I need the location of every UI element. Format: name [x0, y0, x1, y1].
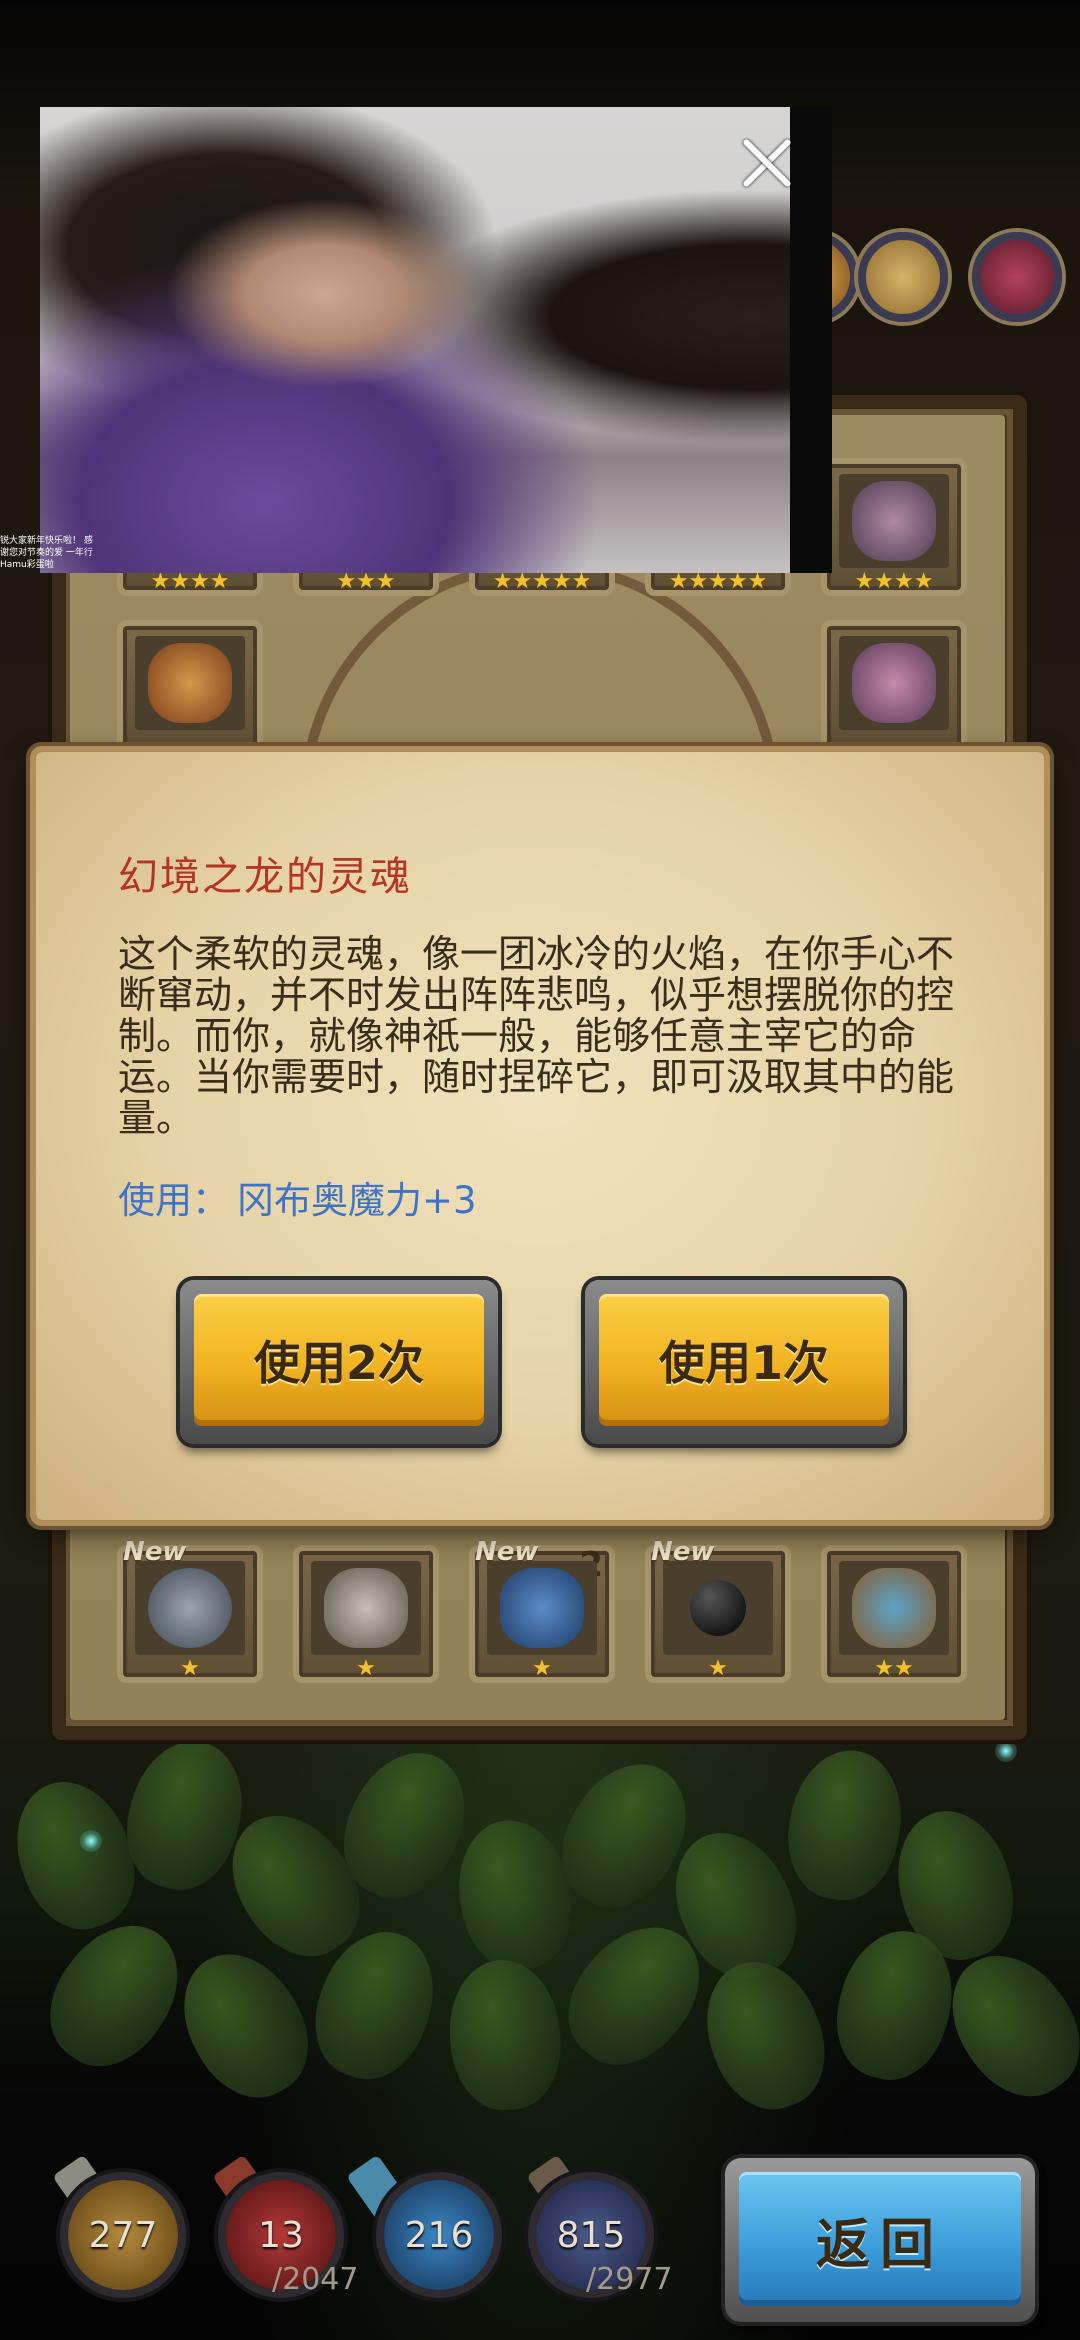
item-stars: ★★★★ [854, 569, 934, 594]
video-caption: 锐大家新年快乐啦！ 感谢您对节奏的爱 一年行 Hamu彩蛋啦 [0, 536, 93, 570]
item-stars: ★ [180, 1656, 200, 1681]
dragon-ring-icon [852, 643, 936, 723]
use-twice-label: 使用2次 [194, 1294, 484, 1426]
item-stars: ★★ [874, 1656, 914, 1681]
use-once-label: 使用1次 [599, 1294, 889, 1426]
hero-portrait[interactable] [858, 232, 948, 322]
attack-value: 277 [88, 2214, 158, 2256]
inventory-slot[interactable] [821, 620, 967, 758]
inventory-slot[interactable] [117, 620, 263, 758]
attack-stat: 277 [68, 2180, 178, 2290]
item-use-effect: 使用： 冈布奥魔力+3 [118, 1170, 477, 1224]
mana-max: /2977 [586, 2262, 673, 2297]
inventory-slot[interactable]: ★ [293, 1545, 439, 1683]
armor-icon [852, 1568, 936, 1648]
inventory-slot[interactable]: ★★★★ [821, 458, 967, 596]
inventory-slot[interactable]: New 2 ★ [469, 1537, 615, 1683]
video-overlay[interactable] [40, 107, 832, 573]
back-label: 返回 [739, 2172, 1021, 2306]
necklace-icon [852, 481, 936, 561]
item-detail-dialog: 幻境之龙的灵魂 这个柔软的灵魂，像一团冰冷的火焰，在你手心不断窜动，并不时发出阵… [36, 752, 1044, 1520]
inventory-slot[interactable]: ★★ [821, 1545, 967, 1683]
magic-value: 216 [404, 2214, 474, 2256]
video-frame [40, 107, 790, 573]
inventory-slot[interactable]: New ★ [645, 1537, 791, 1683]
mana-value: 815 [556, 2214, 626, 2256]
health-max: /2047 [272, 2262, 359, 2297]
use-effect-text: 冈布奥魔力+3 [237, 1179, 477, 1222]
cape-icon [500, 1568, 584, 1648]
close-icon[interactable] [740, 135, 796, 191]
ring-icon [148, 1568, 232, 1648]
use-label: 使用： [118, 1179, 229, 1222]
item-stars: ★ [356, 1656, 376, 1681]
item-stars: ★ [532, 1656, 552, 1681]
inventory-slot[interactable]: New ★ [117, 1537, 263, 1683]
item-title: 幻境之龙的灵魂 [118, 854, 412, 900]
item-stars: ★ [708, 1656, 728, 1681]
health-value: 13 [258, 2214, 304, 2256]
crown-icon [148, 643, 232, 723]
magic-stat: 216 [384, 2180, 494, 2290]
use-twice-button[interactable]: 使用2次 [180, 1280, 498, 1444]
boots-icon [324, 1568, 408, 1648]
item-description: 这个柔软的灵魂，像一团冰冷的火焰，在你手心不断窜动，并不时发出阵阵悲鸣，似乎想摆… [118, 932, 955, 1140]
use-once-button[interactable]: 使用1次 [585, 1280, 903, 1444]
black-orb-icon [690, 1580, 746, 1636]
hero-portrait[interactable] [972, 232, 1062, 322]
back-button[interactable]: 返回 [725, 2158, 1035, 2322]
foliage-decoration [0, 1720, 1080, 2140]
